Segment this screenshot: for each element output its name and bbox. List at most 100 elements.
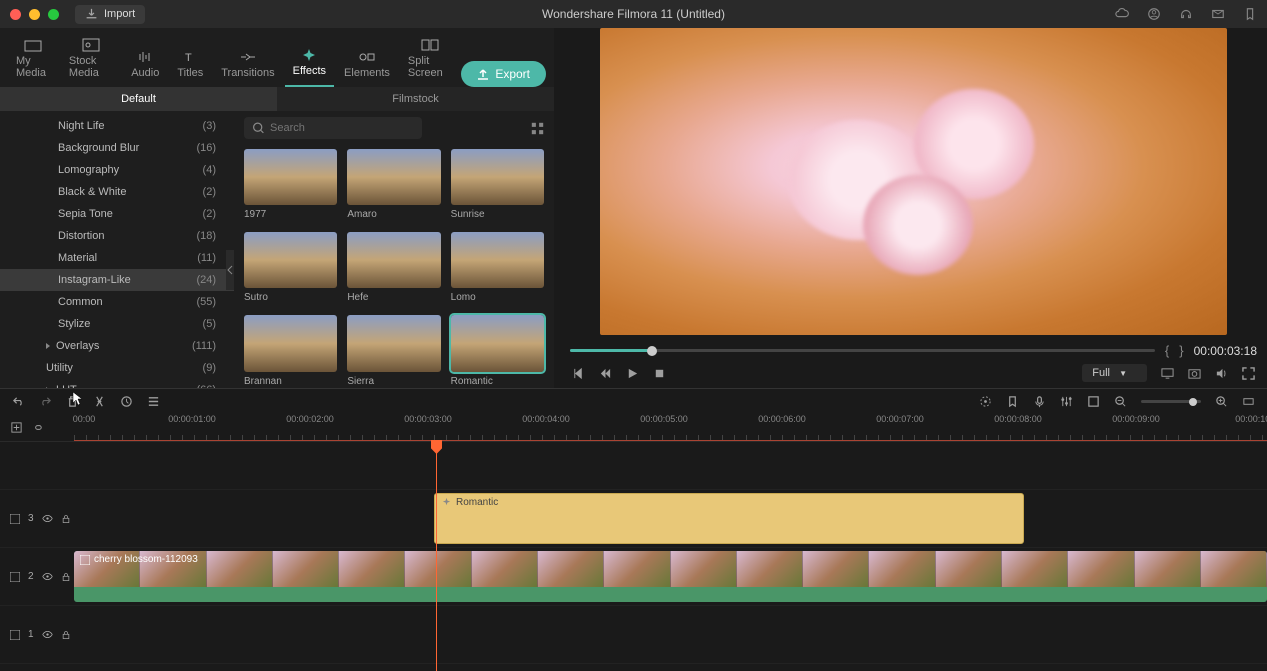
redo-button[interactable]	[39, 395, 52, 408]
render-icon[interactable]	[979, 395, 992, 408]
subtab-default[interactable]: Default	[0, 87, 277, 111]
stop-button[interactable]	[653, 367, 666, 380]
snapshot-icon[interactable]	[1188, 367, 1201, 380]
effect-card[interactable]: Sunrise	[451, 149, 544, 220]
scrub-track[interactable]	[570, 349, 1155, 352]
fullscreen-icon[interactable]	[1242, 367, 1255, 380]
track-number: 3	[28, 513, 34, 524]
step-back-button[interactable]	[599, 367, 612, 380]
category-list[interactable]: Night Life(3) Background Blur(16) Lomogr…	[0, 111, 234, 388]
effect-clip[interactable]: Romantic	[434, 493, 1024, 544]
effect-card[interactable]: Lomo	[451, 232, 544, 303]
track-content-2[interactable]: cherry blossom-112093	[74, 548, 1267, 605]
effect-card[interactable]: Sierra	[347, 315, 440, 386]
ruler-tick: 00:00:08:00	[994, 414, 1042, 424]
record-voiceover-icon[interactable]	[1033, 395, 1046, 408]
speed-button[interactable]	[120, 395, 133, 408]
menu-icon[interactable]	[147, 395, 160, 408]
video-clip[interactable]: cherry blossom-112093	[74, 551, 1267, 602]
prev-frame-button[interactable]	[572, 367, 585, 380]
mixer-icon[interactable]	[1060, 395, 1073, 408]
export-button[interactable]: Export	[461, 61, 546, 87]
split-screen-icon	[421, 38, 439, 52]
sparkle-icon	[441, 497, 452, 508]
effect-card[interactable]: Sutro	[244, 232, 337, 303]
lock-icon[interactable]	[61, 514, 71, 524]
tab-transitions[interactable]: Transitions	[213, 46, 282, 87]
quality-select[interactable]: Full ▼	[1082, 364, 1147, 382]
category-item[interactable]: Night Life(3)	[0, 115, 234, 137]
effect-card-selected[interactable]: Romantic	[451, 315, 544, 386]
crop-icon[interactable]	[1087, 395, 1100, 408]
timeline-ruler[interactable]: 00:00 00:00:01:00 00:00:02:00 00:00:03:0…	[74, 414, 1267, 441]
category-item[interactable]: Lomography(4)	[0, 159, 234, 181]
play-button[interactable]	[626, 367, 639, 380]
category-item[interactable]: Black & White(2)	[0, 181, 234, 203]
mail-icon[interactable]	[1211, 7, 1225, 21]
volume-icon[interactable]	[1215, 367, 1228, 380]
minimize-window-button[interactable]	[29, 9, 40, 20]
close-window-button[interactable]	[10, 9, 21, 20]
visibility-icon[interactable]	[42, 513, 53, 524]
marker-icon[interactable]	[1006, 395, 1019, 408]
tab-titles[interactable]: TTitles	[169, 46, 211, 87]
subtab-filmstock[interactable]: Filmstock	[277, 87, 554, 111]
ruler-tick: 00:00:05:00	[640, 414, 688, 424]
grid-view-icon[interactable]	[531, 122, 544, 135]
category-item[interactable]: Background Blur(16)	[0, 137, 234, 159]
category-item[interactable]: Sepia Tone(2)	[0, 203, 234, 225]
fit-timeline-icon[interactable]	[1242, 395, 1255, 408]
split-button[interactable]	[93, 395, 106, 408]
effect-card[interactable]: 1977	[244, 149, 337, 220]
display-icon[interactable]	[1161, 367, 1174, 380]
visibility-icon[interactable]	[42, 629, 53, 640]
effect-card[interactable]: Brannan	[244, 315, 337, 386]
scrub-thumb[interactable]	[647, 346, 657, 356]
lock-icon[interactable]	[61, 630, 71, 640]
zoom-in-icon[interactable]	[1215, 395, 1228, 408]
category-item[interactable]: Common(55)	[0, 291, 234, 313]
zoom-out-icon[interactable]	[1114, 395, 1127, 408]
zoom-slider[interactable]	[1141, 400, 1201, 403]
effect-card[interactable]: Amaro	[347, 149, 440, 220]
tab-elements[interactable]: Elements	[336, 46, 398, 87]
maximize-window-button[interactable]	[48, 9, 59, 20]
tab-effects[interactable]: Effects	[285, 44, 334, 87]
category-item-selected[interactable]: Instagram-Like(24)	[0, 269, 234, 291]
mark-in-button[interactable]: {	[1165, 343, 1169, 358]
add-track-icon[interactable]	[10, 421, 23, 434]
collapse-sidebar-handle[interactable]	[226, 250, 234, 290]
effect-card[interactable]: Hefe	[347, 232, 440, 303]
category-item[interactable]: Material(11)	[0, 247, 234, 269]
tab-stock-media[interactable]: Stock Media	[61, 34, 121, 87]
track-spacer	[0, 442, 1267, 490]
search-input[interactable]	[244, 117, 422, 139]
preview-viewport[interactable]	[600, 28, 1227, 335]
zoom-slider-thumb[interactable]	[1189, 398, 1197, 406]
category-item[interactable]: Distortion(18)	[0, 225, 234, 247]
mark-out-button[interactable]: }	[1179, 343, 1183, 358]
elements-icon	[358, 50, 376, 64]
category-item[interactable]: Stylize(5)	[0, 313, 234, 335]
link-icon[interactable]	[31, 421, 44, 434]
account-icon[interactable]	[1147, 7, 1161, 21]
headphones-icon[interactable]	[1179, 7, 1193, 21]
import-button[interactable]: Import	[75, 5, 145, 24]
track-content-spacer[interactable]	[74, 442, 1267, 489]
category-item-overlays[interactable]: Overlays(111)	[0, 335, 234, 357]
visibility-icon[interactable]	[42, 571, 53, 582]
playhead[interactable]	[436, 442, 437, 671]
tab-my-media[interactable]: My Media	[8, 34, 59, 87]
track-content-1[interactable]	[74, 606, 1267, 663]
bookmark-icon[interactable]	[1243, 7, 1257, 21]
search-icon	[252, 122, 265, 135]
lock-icon[interactable]	[61, 572, 71, 582]
undo-button[interactable]	[12, 395, 25, 408]
tab-split-screen[interactable]: Split Screen	[400, 34, 459, 87]
tab-audio[interactable]: Audio	[123, 46, 167, 87]
cloud-icon[interactable]	[1115, 7, 1129, 21]
category-item-utility[interactable]: Utility(9)	[0, 357, 234, 379]
track-content-3[interactable]: Romantic	[74, 490, 1267, 547]
effects-grid[interactable]: 1977 Amaro Sunrise Sutro Hefe Lomo Brann…	[234, 145, 554, 388]
category-item-lut[interactable]: LUT(66)	[0, 379, 234, 388]
